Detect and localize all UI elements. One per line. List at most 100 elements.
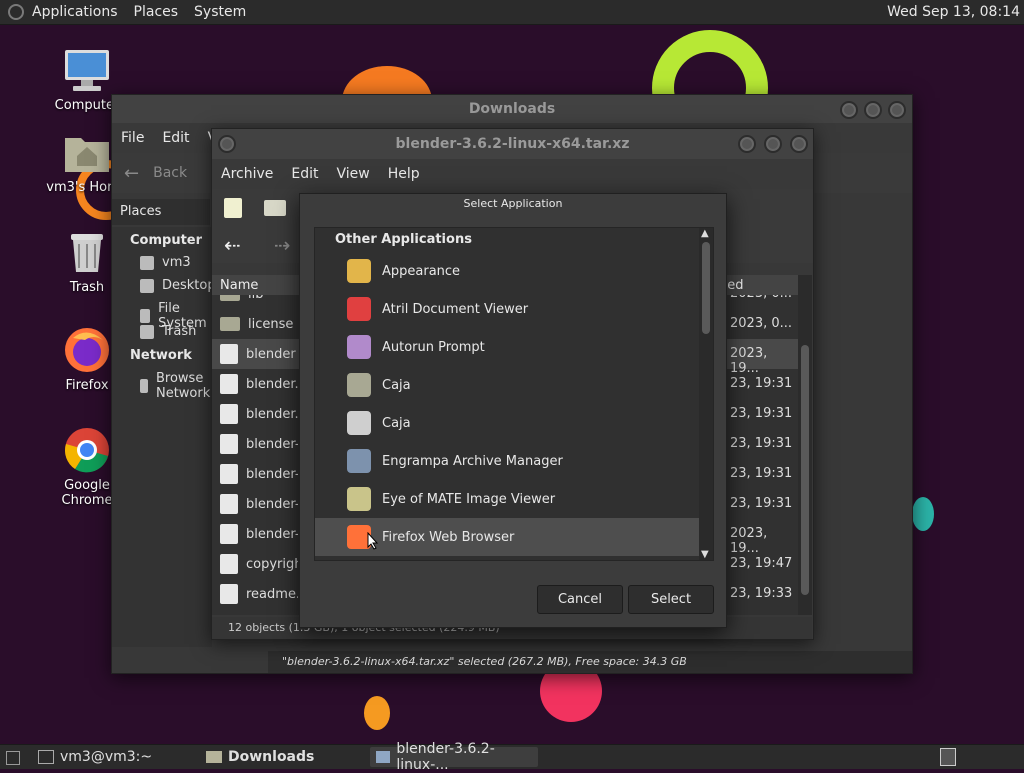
app-label: Firefox Web Browser — [382, 529, 515, 545]
app-list-item[interactable]: Engrampa Archive Manager — [315, 442, 699, 480]
app-list-item[interactable]: Appearance — [315, 252, 699, 290]
mate-logo-icon[interactable] — [8, 4, 24, 20]
show-desktop-icon[interactable] — [6, 751, 20, 765]
file-name: blender-symbolic.svg — [246, 496, 298, 512]
file-date: 2023, 0... — [730, 316, 793, 331]
taskbar-item-terminal[interactable]: vm3@vm3:~ — [38, 747, 152, 767]
archive-icon — [376, 751, 391, 763]
maximize-button[interactable] — [764, 135, 782, 153]
caja-titlebar[interactable]: Downloads — [112, 95, 912, 123]
file-date: 23, 19:33 — [730, 586, 793, 601]
scroll-up-arrow-icon[interactable]: ▲ — [701, 228, 709, 239]
file-date: 23, 19:47 — [730, 556, 793, 571]
file-icon — [220, 554, 238, 574]
file-name: lib — [248, 295, 300, 302]
menu-edit[interactable]: Edit — [153, 130, 198, 146]
sidebar-item-trash[interactable]: Trash — [140, 324, 196, 339]
sidebar-header-network: Network — [130, 348, 192, 363]
caja-cabinet-icon — [345, 409, 373, 437]
minimize-button[interactable] — [738, 135, 756, 153]
app-list-scrollbar[interactable]: ▲ ▼ — [699, 228, 713, 560]
menu-archive[interactable]: Archive — [212, 166, 282, 182]
trash-icon — [140, 324, 154, 339]
top-panel: Applications Places System Wed Sep 13, 0… — [0, 0, 1024, 25]
menu-help[interactable]: Help — [379, 166, 429, 182]
desktop-icon-label: Trash — [69, 280, 105, 295]
back-arrow-icon[interactable]: ← — [124, 163, 139, 184]
file-name: blender-launcher — [246, 526, 298, 542]
clock[interactable]: Wed Sep 13, 08:14 — [887, 4, 1020, 20]
taskbar-item-label: blender-3.6.2-linux-... — [396, 741, 495, 773]
file-icon — [220, 404, 238, 424]
file-icon — [220, 524, 238, 544]
select-button[interactable]: Select — [628, 585, 714, 614]
caja-statusbar: "blender-3.6.2-linux-x64.tar.xz" selecte… — [268, 651, 912, 673]
file-icon — [220, 374, 238, 394]
sidebar-item-desktop[interactable]: Desktop — [140, 278, 216, 293]
file-name: copyright.txt — [246, 556, 298, 572]
home-folder-icon — [63, 128, 111, 176]
back-arrow-icon[interactable]: ⇠ — [224, 233, 241, 257]
menu-file[interactable]: File — [112, 130, 153, 146]
scroll-thumb[interactable] — [801, 345, 809, 595]
app-label: Caja — [382, 377, 411, 393]
minimize-button[interactable] — [840, 101, 858, 119]
file-date: 23, 19:31 — [730, 466, 793, 481]
bg-decoration-orange-small — [364, 696, 390, 730]
engrampa-icon — [345, 447, 373, 475]
scroll-down-arrow-icon[interactable]: ▼ — [701, 549, 709, 560]
file-icon — [220, 494, 238, 514]
terminal-icon — [38, 750, 54, 764]
folder-icon — [206, 751, 222, 763]
computer-icon — [63, 46, 111, 94]
forward-arrow-icon[interactable]: ⇢ — [274, 233, 291, 257]
places-menu[interactable]: Places — [126, 4, 187, 20]
archive-scrollbar[interactable] — [798, 275, 812, 615]
maximize-button[interactable] — [864, 101, 882, 119]
cancel-button[interactable]: Cancel — [537, 585, 623, 614]
folder-icon — [220, 317, 240, 331]
file-name: blender.desktop — [246, 376, 298, 392]
menu-edit[interactable]: Edit — [282, 166, 327, 182]
file-icon — [220, 344, 238, 364]
window-menu-button[interactable] — [218, 135, 236, 153]
sidebar-header-computer: Computer — [130, 233, 203, 248]
file-icon — [220, 584, 238, 604]
system-menu[interactable]: System — [186, 4, 254, 20]
menu-view[interactable]: View — [328, 166, 379, 182]
sidebar-item-vm3[interactable]: vm3 — [140, 255, 191, 270]
firefox-icon — [63, 326, 111, 374]
file-date: 23, 19:31 — [730, 496, 793, 511]
applications-menu[interactable]: Applications — [24, 4, 126, 20]
sidebar-item-browse-network[interactable]: Browse Network — [140, 371, 216, 401]
places-header[interactable]: Places — [112, 199, 210, 225]
folder-icon — [220, 295, 240, 301]
app-list-item[interactable]: Eye of MATE Image Viewer — [315, 480, 699, 518]
app-list-item[interactable]: Caja — [315, 404, 699, 442]
taskbar-item-downloads[interactable]: Downloads — [206, 747, 314, 767]
drive-icon — [140, 309, 151, 323]
status-text: "blender-3.6.2-linux-x64.tar.xz" selecte… — [282, 655, 687, 668]
scroll-thumb[interactable] — [702, 242, 710, 334]
caja-folder-icon — [345, 371, 373, 399]
taskbar-item-archive[interactable]: blender-3.6.2-linux-... — [370, 741, 538, 773]
app-list-item[interactable]: Caja — [315, 366, 699, 404]
column-name[interactable]: Name — [220, 278, 258, 293]
file-name: blender-thumbnailer — [246, 466, 298, 482]
sidebar-item-label: Browse Network — [155, 371, 211, 401]
taskbar-item-label: vm3@vm3:~ — [60, 749, 153, 765]
new-archive-icon[interactable] — [224, 198, 242, 218]
back-button[interactable]: Back — [153, 165, 187, 181]
open-archive-icon[interactable] — [264, 200, 286, 216]
app-list-item[interactable]: Autorun Prompt — [315, 328, 699, 366]
workspace-switcher[interactable] — [940, 748, 956, 766]
eom-icon — [345, 485, 373, 513]
file-date: 2023, 0... — [730, 295, 792, 301]
app-list-item[interactable]: Atril Document Viewer — [315, 290, 699, 328]
application-list: Other Applications ▲ ▼ Appearance Atril D… — [314, 227, 714, 561]
close-button[interactable] — [790, 135, 808, 153]
file-name: blender-softwaregl — [246, 436, 298, 452]
archive-titlebar[interactable]: blender-3.6.2-linux-x64.tar.xz — [212, 129, 813, 159]
app-label: Autorun Prompt — [382, 339, 485, 355]
close-button[interactable] — [888, 101, 906, 119]
